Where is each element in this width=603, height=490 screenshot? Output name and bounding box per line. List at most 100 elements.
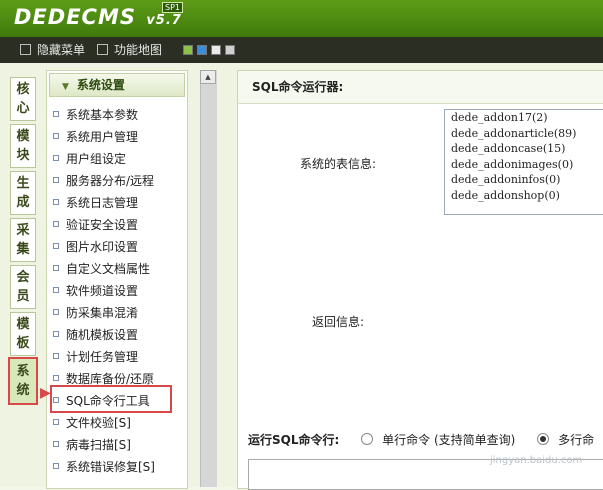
- menu-item-label: 自定义文档属性: [66, 262, 151, 276]
- site-map-label: 功能地图: [114, 43, 163, 57]
- menu-item-anti-collect[interactable]: 防采集串混淆: [53, 303, 138, 323]
- tab-members[interactable]: 会员: [10, 265, 36, 309]
- tab-core-label: 核心: [16, 82, 30, 116]
- multi-line-label: 多行命: [558, 433, 595, 447]
- menu-item-label: 系统错误修复[S]: [66, 460, 155, 474]
- tab-core[interactable]: 核心: [10, 77, 36, 121]
- bullet-icon: [53, 353, 59, 359]
- tab-modules[interactable]: 模块: [10, 124, 36, 168]
- system-menu-panel: ▼ 系统设置 系统基本参数 系统用户管理 用户组设定 服务器分布/远程 系统日志管…: [46, 70, 188, 489]
- menu-item-label: 服务器分布/远程: [66, 174, 155, 188]
- menu-section-header[interactable]: ▼ 系统设置: [49, 73, 185, 97]
- menu-item-server-remote[interactable]: 服务器分布/远程: [53, 171, 154, 191]
- table-list-item[interactable]: dede_addoncase(15): [445, 141, 603, 157]
- bullet-icon: [53, 375, 59, 381]
- dedecms-logo: DEDECMS v5.7: [14, 5, 182, 29]
- tab-system[interactable]: 系统: [8, 357, 38, 405]
- menu-item-label: 验证安全设置: [66, 218, 139, 232]
- menu-item-system-log[interactable]: 系统日志管理: [53, 193, 138, 213]
- menu-scrollbar[interactable]: [200, 70, 217, 487]
- menu-item-watermark[interactable]: 图片水印设置: [53, 237, 138, 257]
- menu-item-software-channel[interactable]: 软件频道设置: [53, 281, 138, 301]
- tab-templates[interactable]: 模板: [10, 312, 36, 356]
- app-header: DEDECMS v5.7 SP1: [0, 0, 603, 37]
- tab-templates-label: 模板: [16, 317, 30, 351]
- bullet-icon: [53, 133, 59, 139]
- multi-line-radio[interactable]: [537, 433, 550, 445]
- table-list-item[interactable]: dede_addonshop(0): [445, 188, 603, 204]
- table-list-item[interactable]: dede_addonarticle(89): [445, 126, 603, 142]
- pointer-arrow-icon: ▶: [40, 385, 51, 401]
- bullet-icon: [53, 309, 59, 315]
- theme-swatch-gray[interactable]: [225, 45, 235, 55]
- bullet-icon: [53, 419, 59, 425]
- bullet-icon: [53, 155, 59, 161]
- bullet-icon: [53, 463, 59, 469]
- edition-badge: SP1: [162, 2, 183, 13]
- menu-item-label: 防采集串混淆: [66, 306, 139, 320]
- menu-item-label: 用户组设定: [66, 152, 127, 166]
- top-toolbar: 隐藏菜单 功能地图: [0, 37, 603, 63]
- theme-swatch-light[interactable]: [211, 45, 221, 55]
- menu-item-label: 计划任务管理: [66, 350, 139, 364]
- tables-label: 系统的表信息:: [300, 157, 377, 171]
- bullet-icon: [53, 221, 59, 227]
- table-list-item[interactable]: dede_addoninfos(0): [445, 172, 603, 188]
- bullet-icon: [53, 331, 59, 337]
- menu-item-label: 系统日志管理: [66, 196, 139, 210]
- menu-item-label: 图片水印设置: [66, 240, 139, 254]
- menu-section-title: 系统设置: [76, 78, 125, 92]
- run-sql-row: 运行SQL命令行: 单行命令 (支持简单查询) 多行命: [248, 431, 594, 448]
- tab-modules-label: 模块: [16, 129, 30, 163]
- single-line-label: 单行命令 (支持简单查询): [382, 433, 516, 447]
- sql-tool-highlight: [50, 385, 172, 413]
- collapse-arrow-icon: ▼: [62, 82, 69, 92]
- menu-item-random-template[interactable]: 随机模板设置: [53, 325, 138, 345]
- hide-menu-button[interactable]: 隐藏菜单: [20, 41, 85, 58]
- hide-menu-label: 隐藏菜单: [37, 43, 86, 57]
- bullet-icon: [53, 177, 59, 183]
- grid-icon: [97, 44, 108, 55]
- tab-collect-label: 采集: [16, 223, 30, 257]
- theme-swatch-blue[interactable]: [197, 45, 207, 55]
- bullet-icon: [53, 287, 59, 293]
- scroll-up-icon[interactable]: ▲: [200, 70, 216, 84]
- menu-item-label: 文件校验[S]: [66, 416, 131, 430]
- menu-item-user-groups[interactable]: 用户组设定: [53, 149, 126, 169]
- version-text: v5.7: [146, 13, 182, 28]
- tab-members-label: 会员: [16, 270, 30, 304]
- menu-item-user-admin[interactable]: 系统用户管理: [53, 127, 138, 147]
- site-map-button[interactable]: 功能地图: [97, 41, 162, 58]
- menu-item-label: 随机模板设置: [66, 328, 139, 342]
- bullet-icon: [53, 111, 59, 117]
- menu-item-custom-attrs[interactable]: 自定义文档属性: [53, 259, 150, 279]
- menu-item-label: 系统用户管理: [66, 130, 139, 144]
- tab-system-label: 系统: [16, 364, 30, 398]
- menu-item-basic-params[interactable]: 系统基本参数: [53, 105, 138, 125]
- bullet-icon: [53, 441, 59, 447]
- table-list-item[interactable]: dede_addon17(2): [445, 110, 603, 126]
- panel-title: SQL命令运行器:: [238, 71, 603, 104]
- tab-generate-label: 生成: [16, 176, 30, 210]
- single-line-radio[interactable]: [361, 433, 374, 445]
- bullet-icon: [53, 265, 59, 271]
- watermark-text: jingyan.baidu.com: [490, 455, 583, 466]
- run-sql-label: 运行SQL命令行:: [248, 433, 340, 447]
- menu-item-virus-scan[interactable]: 病毒扫描[S]: [53, 435, 131, 455]
- menu-item-label: 数据库备份/还原: [66, 372, 155, 386]
- bullet-icon: [53, 243, 59, 249]
- bullet-icon: [53, 199, 59, 205]
- panel-title-text: SQL命令运行器:: [252, 80, 344, 94]
- tab-generate[interactable]: 生成: [10, 171, 36, 215]
- tab-collect[interactable]: 采集: [10, 218, 36, 262]
- theme-swatch-green[interactable]: [183, 45, 193, 55]
- table-list[interactable]: dede_addon17(2) dede_addonarticle(89) de…: [444, 109, 603, 215]
- menu-item-file-check[interactable]: 文件校验[S]: [53, 413, 131, 433]
- menu-item-scheduled-tasks[interactable]: 计划任务管理: [53, 347, 138, 367]
- return-info-label: 返回信息:: [312, 315, 365, 329]
- menu-item-error-repair[interactable]: 系统错误修复[S]: [53, 457, 155, 477]
- sql-runner-panel: SQL命令运行器: 系统的表信息: dede_addon17(2) dede_a…: [237, 70, 603, 490]
- menu-item-security[interactable]: 验证安全设置: [53, 215, 138, 235]
- menu-item-label: 系统基本参数: [66, 108, 139, 122]
- table-list-item[interactable]: dede_addonimages(0): [445, 157, 603, 173]
